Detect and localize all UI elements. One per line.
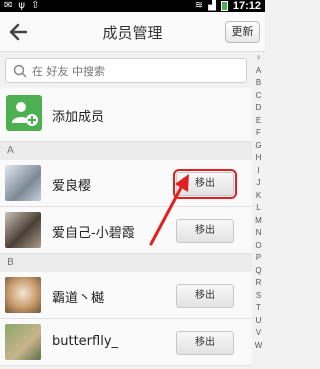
member-name: 爱良樱 xyxy=(52,179,92,194)
upload-icon: ⇧ xyxy=(31,0,40,11)
index-letter[interactable]: I xyxy=(252,165,265,178)
signal-icon: ▟ xyxy=(208,0,216,11)
wifi-icon: ≋ xyxy=(194,0,204,11)
index-letter[interactable]: J xyxy=(252,177,265,190)
index-letter[interactable]: L xyxy=(252,202,265,215)
index-letter[interactable]: B xyxy=(252,77,265,90)
alphabet-index[interactable]: ♀ A B C D E F G H I J K L M N O P Q R S … xyxy=(252,52,265,369)
search-icon xyxy=(13,64,27,78)
member-name: 爱自己-小碧霞 xyxy=(52,226,135,241)
clock: 17:12 xyxy=(232,0,261,12)
index-letter[interactable]: K xyxy=(252,190,265,203)
index-letter[interactable]: H xyxy=(252,152,265,165)
member-row[interactable]: butterflly_ 移出 xyxy=(0,319,252,366)
avatar xyxy=(5,212,41,248)
remove-member-button[interactable]: 移出 xyxy=(176,331,234,355)
avatar xyxy=(5,277,41,313)
index-letter[interactable]: F xyxy=(252,127,265,140)
person-add-icon xyxy=(12,102,38,126)
refresh-button[interactable]: 更新 xyxy=(225,21,260,43)
usb-icon: ψ xyxy=(18,0,25,11)
member-name: butterflly_ xyxy=(52,334,119,349)
avatar xyxy=(5,165,41,201)
index-letter[interactable]: T xyxy=(252,302,265,315)
member-row[interactable]: 霸道丶樾 移出 xyxy=(0,272,252,319)
battery-icon xyxy=(220,1,228,11)
index-letter[interactable]: D xyxy=(252,102,265,115)
index-letter[interactable]: E xyxy=(252,115,265,128)
remove-member-button[interactable]: 移出 xyxy=(176,284,234,308)
member-row[interactable]: 爱良樱 移出 xyxy=(0,160,252,207)
index-letter[interactable]: A xyxy=(252,65,265,78)
app-bar: 成员管理 更新 xyxy=(0,12,265,52)
index-letter[interactable]: U xyxy=(252,315,265,328)
status-bar: ✉ ψ ⇧ ≋ ▟ 17:12 xyxy=(0,0,265,12)
member-name: 霸道丶樾 xyxy=(52,291,105,306)
member-row[interactable]: 爱自己-小碧霞 移出 xyxy=(0,207,252,254)
index-letter[interactable]: ♀ xyxy=(252,52,265,65)
index-letter[interactable]: P xyxy=(252,252,265,265)
index-letter[interactable]: C xyxy=(252,90,265,103)
avatar xyxy=(5,324,41,360)
search-input[interactable] xyxy=(32,62,232,80)
index-letter[interactable]: Q xyxy=(252,265,265,278)
add-member-row[interactable]: 添加成员 xyxy=(0,88,252,142)
index-letter[interactable]: G xyxy=(252,140,265,153)
index-letter[interactable]: N xyxy=(252,227,265,240)
index-letter[interactable]: R xyxy=(252,277,265,290)
index-letter[interactable]: W xyxy=(252,340,265,353)
section-header-b: B xyxy=(0,254,252,272)
add-member-label: 添加成员 xyxy=(52,110,105,125)
index-letter[interactable]: S xyxy=(252,290,265,303)
annotation-arrow-icon xyxy=(149,174,189,246)
index-letter[interactable]: V xyxy=(252,327,265,340)
index-letter[interactable]: O xyxy=(252,240,265,253)
status-icons-left: ✉ ψ ⇧ xyxy=(4,0,39,12)
add-member-icon xyxy=(6,95,42,131)
search-bar xyxy=(0,52,252,88)
status-icons-right: ≋ ▟ 17:12 xyxy=(195,0,261,12)
search-box[interactable] xyxy=(5,58,247,83)
section-header-a: A xyxy=(0,142,252,160)
index-letter[interactable]: M xyxy=(252,215,265,228)
chat-icon: ✉ xyxy=(4,0,13,11)
